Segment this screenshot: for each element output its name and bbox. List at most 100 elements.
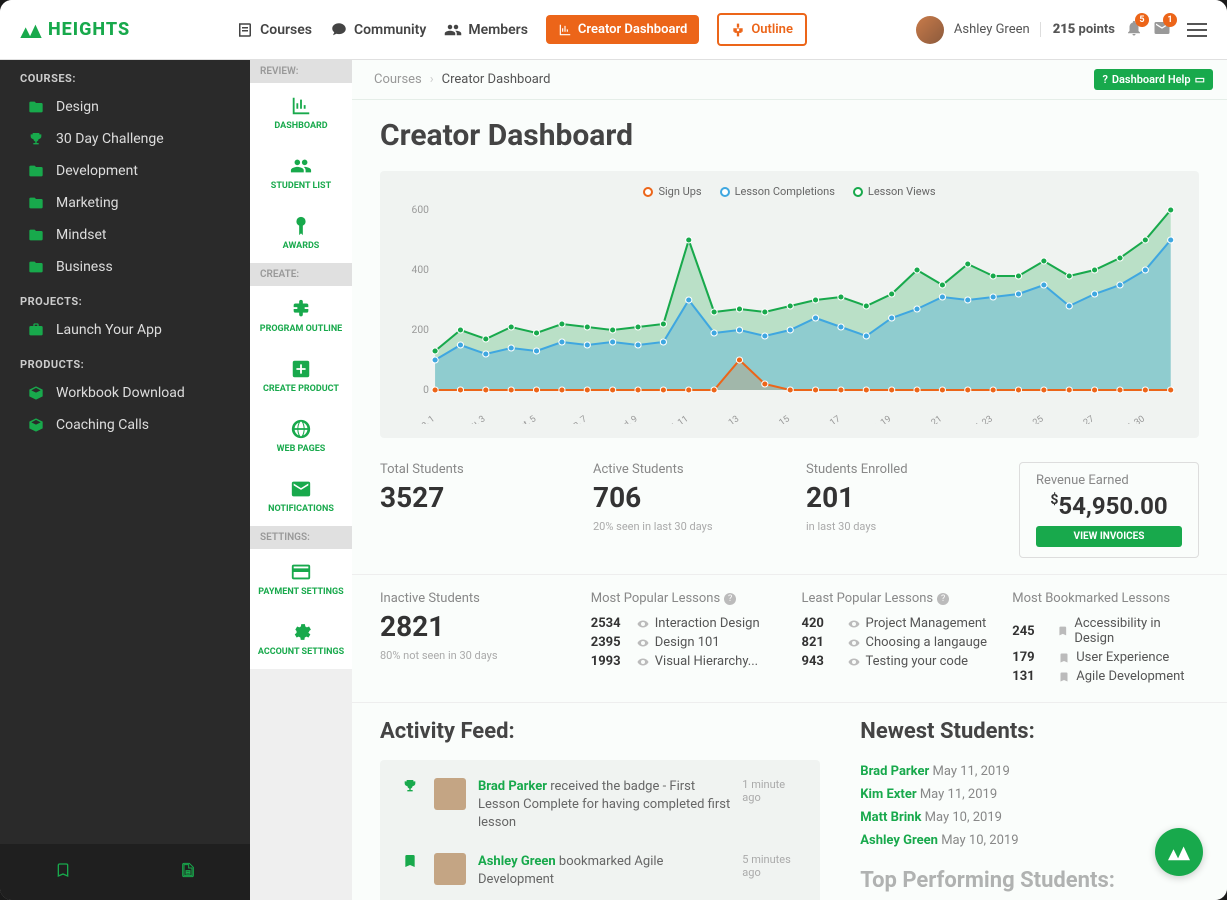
sidebar-item[interactable]: Mindset xyxy=(0,219,250,251)
page-title: Creator Dashboard xyxy=(352,100,1227,163)
fab-button[interactable] xyxy=(1155,828,1203,876)
stat-total-students: Total Students3527 xyxy=(380,462,569,558)
toolrail-create-label: CREATE: xyxy=(250,263,352,286)
box-icon xyxy=(28,385,44,401)
sidebar-item[interactable]: 30 Day Challenge xyxy=(0,123,250,155)
svg-text:400: 400 xyxy=(412,265,430,276)
sidebar-item[interactable]: Marketing xyxy=(0,187,250,219)
breadcrumb-current: Creator Dashboard xyxy=(442,72,551,87)
bookmark-icon[interactable] xyxy=(55,862,71,882)
toolrail-student-list[interactable]: STUDENT LIST xyxy=(250,143,352,203)
content: Courses › Creator Dashboard ?Dashboard H… xyxy=(352,60,1227,900)
sidebar: COURSES:Design30 Day ChallengeDevelopmen… xyxy=(0,60,250,900)
student-item[interactable]: Kim Exter May 11, 2019 xyxy=(860,783,1199,806)
brand-text: HEIGHTS xyxy=(48,19,130,40)
rank-item[interactable]: 179User Experience xyxy=(1012,648,1199,667)
dashboard-help-button[interactable]: ?Dashboard Help▭ xyxy=(1094,69,1213,90)
avatar[interactable] xyxy=(916,16,944,44)
rank-item[interactable]: 2395Design 101 xyxy=(591,633,778,652)
sidebar-item[interactable]: Development xyxy=(0,155,250,187)
svg-text:Wed, 9: Wed, 9 xyxy=(611,414,639,424)
help-icon[interactable]: ? xyxy=(724,593,736,605)
sidebar-section: PROJECTS: xyxy=(0,283,250,314)
heights-logo-icon xyxy=(20,22,42,38)
chat-icon xyxy=(330,21,348,39)
toolrail-program-outline[interactable]: PROGRAM OUTLINE xyxy=(250,286,352,346)
stat-active-students: Active Students70620% seen in last 30 da… xyxy=(593,462,782,558)
box-icon xyxy=(28,417,44,433)
svg-text:Sat, 19: Sat, 19 xyxy=(865,414,894,424)
rank-least: Least Popular Lessons?420Project Managem… xyxy=(802,591,989,686)
points: 215 points xyxy=(1040,22,1115,37)
student-item[interactable]: Ashley Green May 10, 2019 xyxy=(860,829,1199,852)
chart: Sign Ups Lesson Completions Lesson Views… xyxy=(380,171,1199,438)
activity-title: Activity Feed: xyxy=(380,719,820,744)
nav-community[interactable]: Community xyxy=(330,21,426,39)
outline-button[interactable]: Outline xyxy=(717,13,807,46)
nav-courses[interactable]: Courses xyxy=(236,21,312,39)
toolrail-dashboard[interactable]: DASHBOARD xyxy=(250,83,352,143)
svg-text:Thu, 17: Thu, 17 xyxy=(812,414,843,424)
svg-text:600: 600 xyxy=(412,205,430,216)
bookmark-icon xyxy=(398,853,422,869)
student-item[interactable]: Matt Brink May 10, 2019 xyxy=(860,806,1199,829)
rank-item[interactable]: 420Project Management xyxy=(802,614,989,633)
newest-title: Newest Students: xyxy=(860,719,1199,744)
svg-text:Wed, 23: Wed, 23 xyxy=(962,414,995,424)
toolrail-account-settings[interactable]: ACCOUNT SETTINGS xyxy=(250,609,352,669)
book-icon xyxy=(236,21,254,39)
breadcrumb-root[interactable]: Courses xyxy=(374,72,422,87)
activity-feed: Activity Feed: Brad Parker received the … xyxy=(380,719,820,900)
svg-text:Tue, 15: Tue, 15 xyxy=(762,414,792,424)
toolrail-awards[interactable]: AWARDS xyxy=(250,203,352,263)
stat-inactive: Inactive Students282180% not seen in 30 … xyxy=(380,591,567,686)
rank-item[interactable]: 2534Interaction Design xyxy=(591,614,778,633)
message-badge: 1 xyxy=(1163,13,1177,27)
folder-icon xyxy=(28,99,44,115)
creator-dashboard-button[interactable]: Creator Dashboard xyxy=(546,15,699,44)
view-invoices-button[interactable]: VIEW INVOICES xyxy=(1036,526,1182,547)
top-performing-title: Top Performing Students: xyxy=(860,868,1199,893)
toolrail-notifications[interactable]: NOTIFICATIONS xyxy=(250,466,352,526)
toolrail-create-product[interactable]: CREATE PRODUCT xyxy=(250,346,352,406)
svg-text:Fri, 11: Fri, 11 xyxy=(664,414,690,424)
breadcrumb: Courses › Creator Dashboard ?Dashboard H… xyxy=(352,60,1227,100)
student-item[interactable]: Brad Parker May 11, 2019 xyxy=(860,760,1199,783)
folder-icon xyxy=(28,163,44,179)
sidebar-item[interactable]: Coaching Calls xyxy=(0,409,250,441)
stats-row-1: Total Students3527 Active Students70620%… xyxy=(352,446,1227,575)
feed-item: Brad Parker received the badge - First L… xyxy=(388,768,812,843)
avatar[interactable] xyxy=(434,778,466,810)
sidebar-item[interactable]: Design xyxy=(0,91,250,123)
svg-text:Tue, 1: Tue, 1 xyxy=(411,414,437,424)
svg-text:Thu, 3: Thu, 3 xyxy=(461,414,487,424)
sidebar-footer xyxy=(0,844,250,900)
document-icon[interactable] xyxy=(180,862,196,882)
message-icon[interactable]: 1 xyxy=(1153,19,1171,41)
sitemap-icon xyxy=(731,23,745,37)
hamburger-icon[interactable] xyxy=(1187,19,1207,41)
nav-members[interactable]: Members xyxy=(444,21,528,39)
rank-item[interactable]: 245Accessibility in Design xyxy=(1012,614,1199,648)
sidebar-item[interactable]: Workbook Download xyxy=(0,377,250,409)
user-area: Ashley Green 215 points 5 1 xyxy=(916,16,1207,44)
user-name[interactable]: Ashley Green xyxy=(954,22,1030,37)
toolrail-payment-settings[interactable]: PAYMENT SETTINGS xyxy=(250,549,352,609)
chevron-right-icon: › xyxy=(430,72,434,87)
logo[interactable]: HEIGHTS xyxy=(20,19,130,40)
rank-item[interactable]: 821Choosing a langauge xyxy=(802,633,989,652)
rank-popular: Most Popular Lessons?2534Interaction Des… xyxy=(591,591,778,686)
rank-item[interactable]: 1993Visual Hierarchy... xyxy=(591,652,778,671)
avatar[interactable] xyxy=(434,853,466,885)
folder-icon xyxy=(28,227,44,243)
briefcase-icon xyxy=(28,322,44,338)
sidebar-item[interactable]: Launch Your App xyxy=(0,314,250,346)
sidebar-item[interactable]: Business xyxy=(0,251,250,283)
help-icon[interactable]: ? xyxy=(937,593,949,605)
svg-text:Sat, 5: Sat, 5 xyxy=(514,414,539,424)
bell-icon[interactable]: 5 xyxy=(1125,19,1143,41)
svg-text:Mon, 21: Mon, 21 xyxy=(911,414,944,424)
rank-item[interactable]: 131Agile Development xyxy=(1012,667,1199,686)
toolrail-web-pages[interactable]: WEB PAGES xyxy=(250,406,352,466)
rank-item[interactable]: 943Testing your code xyxy=(802,652,989,671)
